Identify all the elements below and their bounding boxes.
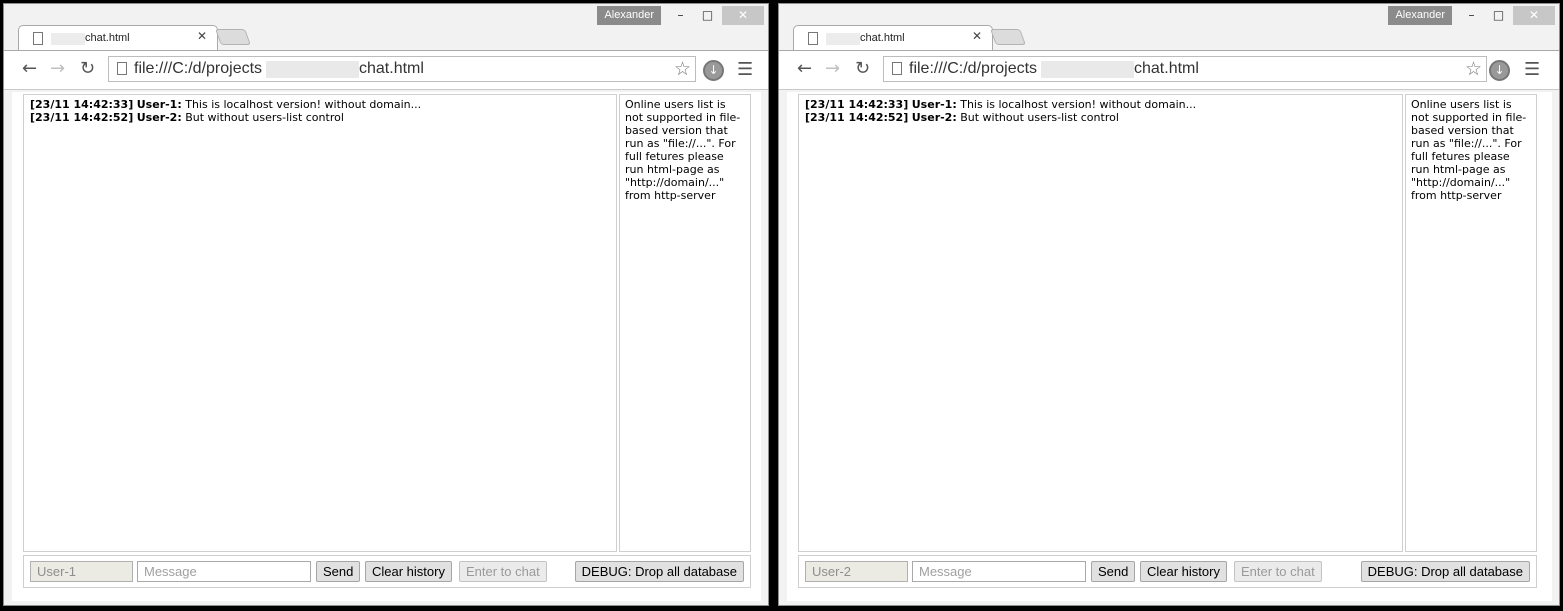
- maximize-icon[interactable]: □: [1485, 6, 1512, 25]
- users-panel: Online users list is not supported in fi…: [1405, 94, 1537, 552]
- redacted-text: [51, 33, 85, 45]
- address-bar[interactable]: file:///C:/d/projects chat.html ☆: [108, 56, 696, 82]
- chat-message: [23/11 14:42:33] User-1: This is localho…: [30, 98, 422, 111]
- username-field: User-1: [30, 561, 133, 582]
- message-input[interactable]: Message: [137, 561, 311, 582]
- window-close-icon[interactable]: ✕: [1513, 6, 1555, 25]
- tab-close-icon[interactable]: ✕: [972, 29, 982, 43]
- url-end: chat.html: [1134, 60, 1199, 77]
- menu-icon[interactable]: ☰: [1524, 59, 1540, 80]
- page-icon: [33, 32, 43, 45]
- extension-icon[interactable]: ↓: [703, 60, 724, 81]
- reload-icon[interactable]: ↻: [855, 59, 870, 79]
- chat-message: [23/11 14:42:33] User-1: This is localho…: [805, 98, 1197, 111]
- page-icon: [117, 62, 127, 75]
- tab-chat[interactable]: chat.html ✕: [18, 25, 218, 51]
- url-end: chat.html: [359, 60, 424, 77]
- maximize-icon[interactable]: □: [694, 6, 721, 25]
- url-start: file:///C:/d/projects: [134, 60, 263, 77]
- tab-title: chat.html: [85, 32, 130, 44]
- send-button[interactable]: Send: [316, 561, 361, 582]
- chat-message: [23/11 14:42:52] User-2: But without use…: [30, 111, 344, 124]
- redacted-text: [266, 61, 359, 78]
- menu-icon[interactable]: ☰: [737, 59, 753, 80]
- tab-close-icon[interactable]: ✕: [197, 29, 207, 43]
- window-close-icon[interactable]: ✕: [722, 6, 764, 25]
- redacted-text: [1041, 61, 1134, 78]
- chat-log: [23/11 14:42:33] User-1: This is localho…: [798, 94, 1403, 552]
- new-tab-button[interactable]: [215, 29, 251, 45]
- extension-icon[interactable]: ↓: [1489, 60, 1510, 81]
- users-panel: Online users list is not supported in fi…: [619, 94, 751, 552]
- bookmark-star-icon[interactable]: ☆: [674, 58, 691, 80]
- back-arrow-icon[interactable]: ←: [797, 59, 812, 79]
- browser-window-1: Alexander – □ ✕ chat.html ✕ ← → ↻ file:/…: [3, 3, 769, 606]
- forward-arrow-icon[interactable]: →: [825, 59, 840, 79]
- minimize-icon[interactable]: –: [667, 6, 694, 25]
- clear-history-button[interactable]: Clear history: [365, 561, 452, 582]
- page-icon: [808, 32, 818, 45]
- drop-database-button[interactable]: DEBUG: Drop all database: [1360, 561, 1530, 582]
- page-icon: [892, 62, 902, 75]
- browser-window-2: Alexander – □ ✕ chat.html ✕ ← → ↻ file:/…: [778, 3, 1560, 606]
- reload-icon[interactable]: ↻: [80, 59, 95, 79]
- message-input[interactable]: Message: [912, 561, 1086, 582]
- back-arrow-icon[interactable]: ←: [22, 59, 37, 79]
- username-field: User-2: [805, 561, 908, 582]
- chat-message: [23/11 14:42:52] User-2: But without use…: [805, 111, 1119, 124]
- redacted-text: [826, 33, 860, 45]
- tab-title: chat.html: [860, 32, 905, 44]
- clear-history-button[interactable]: Clear history: [1140, 561, 1227, 582]
- url-start: file:///C:/d/projects: [909, 60, 1038, 77]
- browser-toolbar: ← → ↻ file:///C:/d/projects chat.html ☆ …: [779, 50, 1559, 90]
- chat-log: [23/11 14:42:33] User-1: This is localho…: [23, 94, 617, 552]
- minimize-icon[interactable]: –: [1458, 6, 1485, 25]
- browser-toolbar: ← → ↻ file:///C:/d/projects chat.html ☆ …: [4, 50, 768, 90]
- title-bar: Alexander – □ ✕ chat.html ✕: [4, 4, 768, 51]
- bookmark-star-icon[interactable]: ☆: [1465, 58, 1482, 80]
- title-bar: Alexander – □ ✕ chat.html ✕: [779, 4, 1559, 51]
- drop-database-button[interactable]: DEBUG: Drop all database: [574, 561, 744, 582]
- enter-chat-button[interactable]: Enter to chat: [1234, 561, 1322, 582]
- chat-controls: User-1 Message Send Clear history Enter …: [23, 555, 751, 588]
- page-content: [23/11 14:42:33] User-1: This is localho…: [787, 92, 1552, 601]
- send-button[interactable]: Send: [1091, 561, 1136, 582]
- page-content: [23/11 14:42:33] User-1: This is localho…: [12, 92, 761, 601]
- new-tab-button[interactable]: [990, 29, 1026, 45]
- profile-badge[interactable]: Alexander: [597, 6, 661, 25]
- chat-controls: User-2 Message Send Clear history Enter …: [798, 555, 1537, 588]
- tab-chat[interactable]: chat.html ✕: [793, 25, 993, 51]
- profile-badge[interactable]: Alexander: [1388, 6, 1452, 25]
- forward-arrow-icon[interactable]: →: [50, 59, 65, 79]
- enter-chat-button[interactable]: Enter to chat: [459, 561, 547, 582]
- address-bar[interactable]: file:///C:/d/projects chat.html ☆: [883, 56, 1487, 82]
